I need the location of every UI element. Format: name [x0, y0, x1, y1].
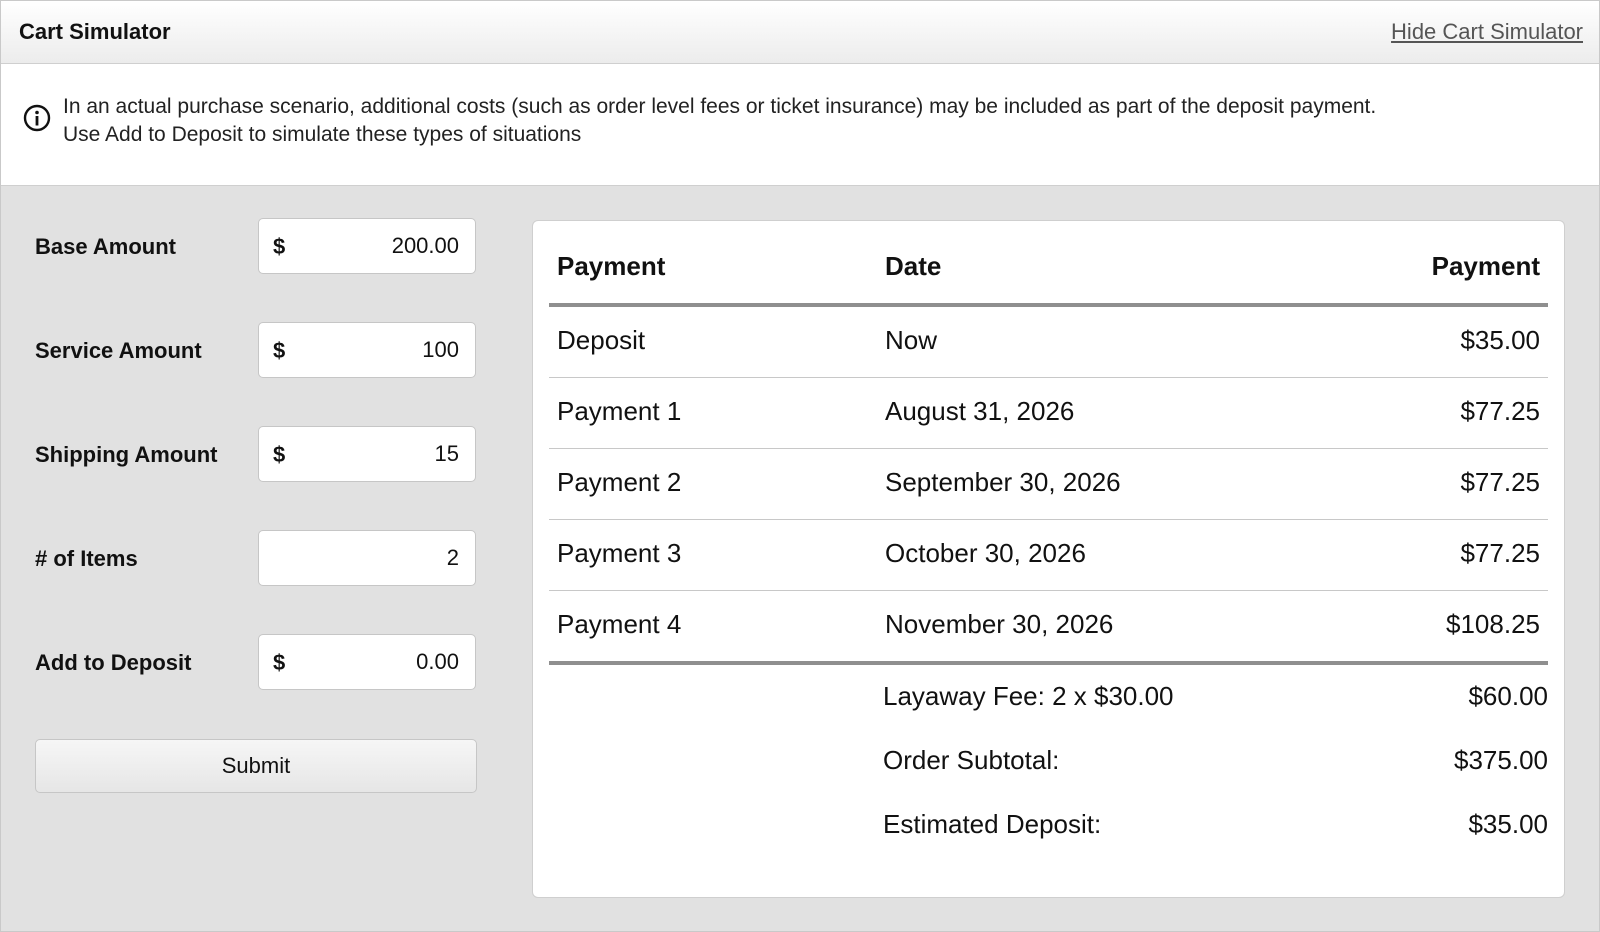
submit-button[interactable]: Submit — [35, 739, 477, 793]
estimated-deposit-value: $35.00 — [1468, 809, 1548, 839]
payment-amount: $35.00 — [1460, 325, 1540, 355]
notice-text: In an actual purchase scenario, addition… — [63, 93, 1376, 149]
payment-name: Payment 3 — [557, 538, 682, 568]
service-amount-label: Service Amount — [35, 338, 202, 363]
payment-name: Deposit — [557, 325, 646, 355]
currency-symbol: $ — [273, 338, 286, 363]
table-row: Payment 3 October 30, 2026 $77.25 — [549, 520, 1548, 591]
payment-amount: $77.25 — [1460, 396, 1540, 426]
payment-date: October 30, 2026 — [885, 538, 1086, 568]
base-amount-field: $ — [258, 218, 476, 274]
order-subtotal-label: Order Subtotal: — [883, 745, 1060, 775]
service-amount-input[interactable] — [299, 331, 459, 369]
payment-schedule-panel: Payment Date Payment Deposit Now $35.00 … — [532, 220, 1565, 898]
payment-name: Payment 2 — [557, 467, 682, 497]
header-bar: Cart Simulator Hide Cart Simulator — [1, 1, 1599, 64]
add-to-deposit-label: Add to Deposit — [35, 650, 192, 675]
table-header-row: Payment Date Payment — [549, 221, 1548, 307]
items-count-field — [258, 530, 476, 586]
shipping-amount-label: Shipping Amount — [35, 442, 218, 467]
page-title: Cart Simulator — [19, 19, 171, 44]
notice-line-2: Use Add to Deposit to simulate these typ… — [63, 123, 582, 146]
payment-date: August 31, 2026 — [885, 396, 1075, 426]
payment-amount: $77.25 — [1460, 467, 1540, 497]
layaway-fee-label: Layaway Fee: 2 x $30.00 — [883, 681, 1174, 711]
payment-date: Now — [885, 325, 938, 355]
table-row: Deposit Now $35.00 — [549, 307, 1548, 378]
payment-schedule-table: Payment Date Payment Deposit Now $35.00 … — [549, 221, 1548, 665]
hide-cart-simulator-link[interactable]: Hide Cart Simulator — [1391, 19, 1583, 45]
payment-amount: $77.25 — [1460, 538, 1540, 568]
payment-name: Payment 1 — [557, 396, 682, 426]
estimated-deposit-label: Estimated Deposit: — [883, 809, 1102, 839]
table-row: Payment 1 August 31, 2026 $77.25 — [549, 378, 1548, 449]
base-amount-label: Base Amount — [35, 234, 176, 259]
column-header-date: Date — [885, 251, 942, 281]
base-amount-input[interactable] — [299, 227, 459, 265]
add-to-deposit-input[interactable] — [299, 643, 459, 681]
column-header-payment-amount: Payment — [1431, 251, 1540, 281]
payment-name: Payment 4 — [557, 609, 682, 639]
table-row: Payment 4 November 30, 2026 $108.25 — [549, 591, 1548, 665]
info-icon — [23, 104, 51, 132]
currency-symbol: $ — [273, 442, 286, 467]
payment-date: September 30, 2026 — [885, 467, 1121, 497]
table-row: Payment 2 September 30, 2026 $77.25 — [549, 449, 1548, 520]
currency-symbol: $ — [273, 234, 286, 259]
notice-line-1: In an actual purchase scenario, addition… — [63, 95, 1377, 118]
order-subtotal-value: $375.00 — [1454, 745, 1548, 775]
currency-symbol: $ — [273, 650, 286, 675]
column-header-payment: Payment — [557, 251, 666, 281]
cart-simulator-window: Cart Simulator Hide Cart Simulator In an… — [0, 0, 1600, 932]
layaway-fee-value: $60.00 — [1468, 681, 1548, 711]
add-to-deposit-field: $ — [258, 634, 476, 690]
payment-date: November 30, 2026 — [885, 609, 1114, 639]
items-count-label: # of Items — [35, 546, 138, 571]
shipping-amount-field: $ — [258, 426, 476, 482]
service-amount-field: $ — [258, 322, 476, 378]
items-count-input[interactable] — [299, 539, 459, 577]
shipping-amount-input[interactable] — [299, 435, 459, 473]
payment-amount: $108.25 — [1446, 609, 1540, 639]
